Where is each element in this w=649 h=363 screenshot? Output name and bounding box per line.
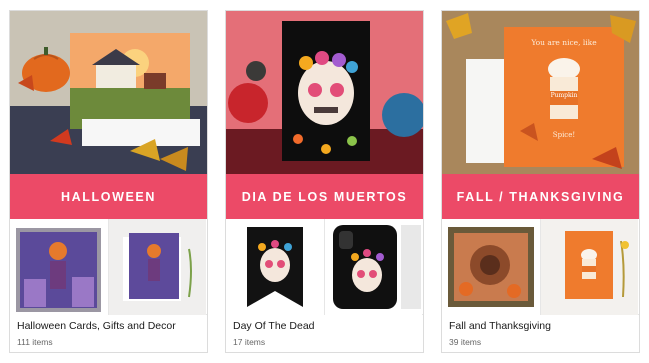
category-title[interactable]: Halloween Cards, Gifts and Decor — [17, 320, 202, 332]
category-banner[interactable]: HALLOWEEN — [10, 174, 207, 219]
category-title[interactable]: Fall and Thanksgiving — [449, 320, 634, 332]
halloween-hero-image — [10, 11, 207, 174]
card-pumpkin-text: Pumpkin — [551, 92, 578, 99]
item-count: 39 items — [449, 337, 482, 347]
card-greeting-text: You are nice, like — [530, 38, 597, 47]
category-card-dia-de-los-muertos[interactable]: DIA DE LOS MUERTOS Day Of The Dead 17 it… — [225, 10, 424, 353]
item-count: 111 items — [17, 337, 53, 347]
category-banner[interactable]: FALL / THANKSGIVING — [442, 174, 639, 219]
category-card-fall-thanksgiving[interactable]: You are nice, like Pumpkin Spice! FALL /… — [441, 10, 640, 353]
card-spice-text: Spice! — [553, 131, 575, 139]
category-card-halloween[interactable]: HALLOWEEN Halloween Cards, Gifts and Dec… — [9, 10, 208, 353]
product-thumb-thanksgiving-turkey[interactable] — [442, 219, 540, 315]
dia-de-los-muertos-hero-image — [226, 11, 423, 174]
product-thumb-pumpkin-spice-card[interactable] — [540, 219, 638, 315]
item-count: 17 items — [233, 337, 266, 347]
product-thumb-halloween-card[interactable] — [108, 219, 206, 315]
product-thumb-muertos-banner[interactable] — [226, 219, 324, 315]
category-title[interactable]: Day Of The Dead — [233, 320, 418, 332]
fall-thanksgiving-hero-image: You are nice, like Pumpkin Spice! — [442, 11, 639, 174]
category-banner[interactable]: DIA DE LOS MUERTOS — [226, 174, 423, 219]
product-thumb-muertos-phone-case[interactable] — [324, 219, 422, 315]
product-thumb-halloween-print[interactable] — [10, 219, 108, 315]
